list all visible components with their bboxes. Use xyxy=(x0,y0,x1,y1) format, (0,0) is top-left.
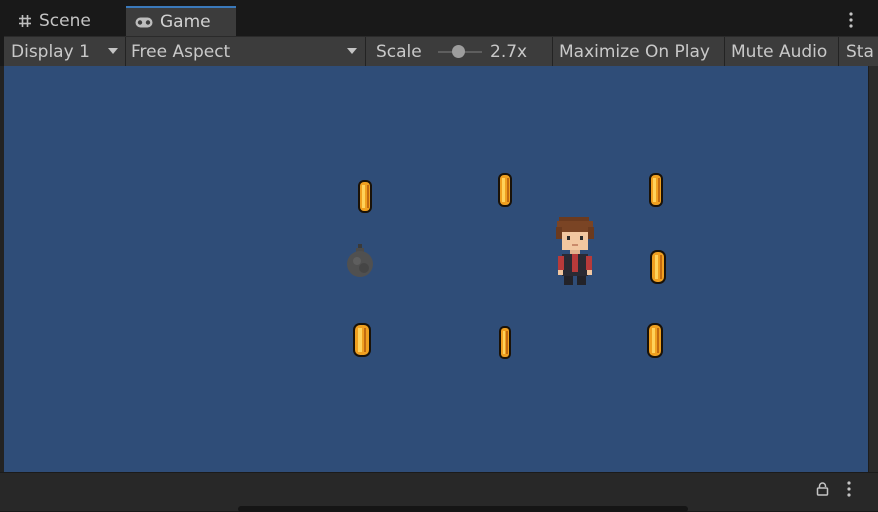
horizontal-scrollbar[interactable] xyxy=(238,506,688,512)
coin-sprite xyxy=(356,179,374,218)
chevron-down-icon xyxy=(108,48,118,54)
maximize-on-play-label: Maximize On Play xyxy=(559,41,710,62)
coin-sprite xyxy=(496,172,514,212)
display-dropdown[interactable]: Display 1 xyxy=(4,37,125,66)
kebab-menu-icon[interactable] xyxy=(844,480,854,502)
scale-label: Scale xyxy=(376,41,422,62)
tab-game-label: Game xyxy=(160,12,211,32)
aspect-dropdown[interactable]: Free Aspect xyxy=(126,37,365,66)
mute-audio-toggle[interactable]: Mute Audio xyxy=(725,37,838,66)
coin-sprite xyxy=(352,322,372,362)
tab-scene[interactable]: Scene xyxy=(6,6,124,36)
tab-scene-label: Scene xyxy=(39,11,91,31)
bomb-sprite xyxy=(344,243,376,283)
game-view-toolbar: Display 1 Free Aspect Scale 2.7x Maximiz… xyxy=(4,36,878,66)
stats-label: Sta xyxy=(846,41,874,62)
coin-sprite xyxy=(646,322,664,363)
coin-sprite xyxy=(498,325,512,364)
editor-tab-strip: Scene Game xyxy=(0,0,878,36)
player-character-sprite xyxy=(554,215,596,291)
scale-value: 2.7x xyxy=(490,41,528,62)
scale-slider-handle[interactable] xyxy=(452,45,465,58)
maximize-on-play-toggle[interactable]: Maximize On Play xyxy=(553,37,724,66)
gamepad-icon xyxy=(135,17,153,28)
game-viewport[interactable] xyxy=(4,66,868,472)
scale-control: Scale 2.7x xyxy=(366,37,552,66)
chevron-down-icon xyxy=(347,48,357,54)
panel-edge xyxy=(868,66,878,472)
grid-hash-icon xyxy=(18,14,32,28)
coin-sprite xyxy=(649,249,667,289)
kebab-menu-icon[interactable] xyxy=(846,10,856,30)
lock-icon[interactable] xyxy=(816,481,829,500)
display-dropdown-value: Display 1 xyxy=(11,41,90,62)
coin-sprite xyxy=(648,172,664,212)
stats-toggle[interactable]: Sta xyxy=(839,37,878,66)
aspect-dropdown-value: Free Aspect xyxy=(131,41,231,62)
mute-audio-label: Mute Audio xyxy=(731,41,828,62)
tab-game[interactable]: Game xyxy=(126,6,236,36)
